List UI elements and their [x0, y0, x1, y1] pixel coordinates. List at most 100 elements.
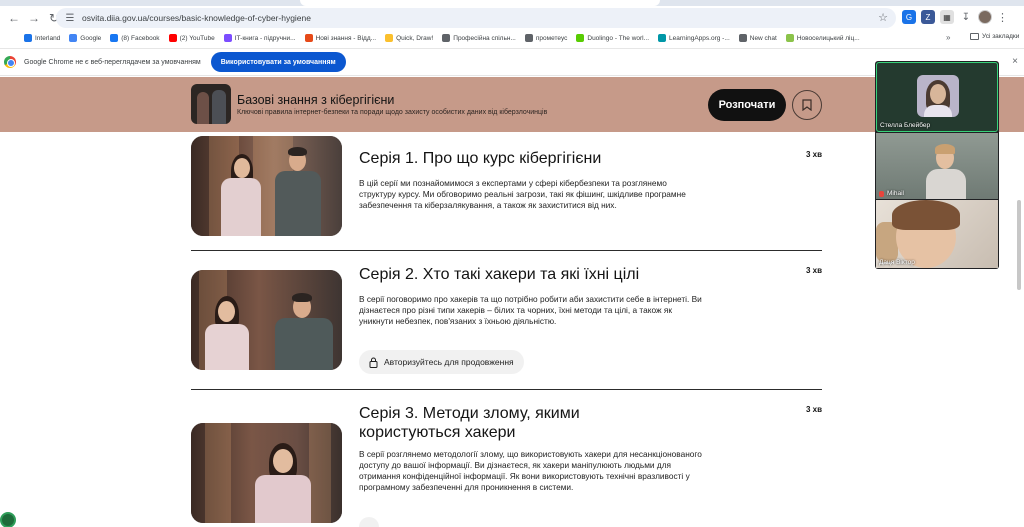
site-info-icon[interactable]: ☰	[64, 12, 76, 24]
bookmark-favicon-icon	[385, 34, 394, 42]
bookmark-item[interactable]: LearningApps.org -...	[658, 34, 730, 42]
lock-icon	[369, 357, 378, 368]
infobar-close-icon[interactable]: ×	[1012, 56, 1018, 67]
course-subtitle: Ключові правила інтернет-безпеки та пора…	[237, 109, 548, 116]
bookmark-label: New chat	[749, 34, 777, 42]
bookmarks-bar: Interland Google (8) Facebook (2) YouTube IT…	[0, 30, 1024, 46]
participant-tile[interactable]: Даця Віктор	[876, 200, 998, 268]
floating-app-icon[interactable]	[0, 512, 16, 527]
bookmark-label: (2) YouTube	[179, 34, 215, 42]
login-to-continue-label: Авторизуйтесь для продовження	[384, 357, 514, 367]
bookmark-favicon-icon	[442, 34, 451, 42]
bookmark-item[interactable]: IT-книга - підручни...	[223, 34, 296, 42]
extension-icon[interactable]: Z	[921, 10, 935, 24]
course-thumbnail	[191, 84, 231, 124]
login-to-continue-button[interactable]: Авторизуйтесь для продовження	[359, 350, 524, 374]
episode-description: В серії поговоримо про хакерів та що пот…	[359, 294, 702, 326]
bookmark-favicon-icon	[524, 34, 533, 42]
bookmark-item[interactable]: (8) Facebook	[110, 34, 160, 42]
set-default-button[interactable]: Використовувати за умовчанням	[210, 52, 346, 72]
participant-tile[interactable]: Стелла Блейбер	[876, 62, 998, 132]
bookmark-favicon-icon	[658, 34, 667, 42]
bookmark-item[interactable]: прометеус	[524, 34, 568, 42]
bookmark-item[interactable]: Новоселицький ліц...	[785, 34, 860, 42]
episode-description: В цій серії ми познайомимося з експертам…	[359, 178, 686, 210]
episode-title[interactable]: Серія 2. Хто такі хакери та які їхні ціл…	[359, 265, 659, 284]
episode-description: В серії розглянемо методології злому, що…	[359, 449, 702, 492]
bookmark-item[interactable]: Duolingo - The worl...	[576, 34, 649, 42]
infobar-message: Google Chrome не є веб-переглядачем за у…	[24, 58, 201, 66]
episode-duration: 3 хв	[805, 266, 822, 275]
video-call-panel[interactable]: Стелла Блейбер Mihail Даця Віктор	[875, 61, 999, 269]
bookmark-favicon-icon	[168, 34, 177, 42]
bookmark-item[interactable]: (2) YouTube	[168, 34, 215, 42]
participant-name: Стелла Блейбер	[880, 122, 931, 129]
puzzle-icon[interactable]: ▦	[940, 10, 954, 24]
bookmark-favicon-icon	[69, 34, 78, 42]
page-scrollbar[interactable]	[1017, 200, 1021, 290]
mic-off-icon	[879, 190, 884, 197]
episode-thumbnail[interactable]	[191, 136, 342, 236]
bookmark-favicon-icon	[304, 34, 313, 42]
bookmark-label: LearningApps.org -...	[669, 34, 730, 42]
participant-name: Mihail	[879, 190, 904, 197]
bookmark-label: Google	[80, 34, 102, 42]
bookmark-item[interactable]: Професійна спільн...	[442, 34, 516, 42]
bookmark-favicon-icon	[785, 34, 794, 42]
episode-title[interactable]: Серія 1. Про що курс кібергігієни	[359, 149, 659, 168]
profile-avatar[interactable]	[978, 10, 992, 24]
back-arrow-icon[interactable]: ←	[4, 8, 24, 28]
bookmark-icon	[802, 99, 812, 111]
start-course-button[interactable]: Розпочати	[708, 89, 786, 121]
episode-duration: 3 хв	[805, 405, 822, 414]
course-title: Базові знання з кібергігієни	[237, 93, 395, 107]
folder-icon	[970, 33, 979, 40]
forward-arrow-icon[interactable]: →	[24, 8, 44, 28]
all-bookmarks[interactable]: Усі закладки	[970, 33, 1019, 40]
episode-card[interactable]: Серія 3. Методи злому, якими користуютьс…	[191, 390, 822, 527]
bookmark-item[interactable]: New chat	[738, 34, 777, 42]
participant-avatar	[917, 75, 959, 117]
bookmark-item[interactable]: Google	[69, 34, 101, 42]
chrome-logo-icon	[4, 56, 16, 68]
course-header: Базові знання з кібергігієни Ключові пра…	[0, 77, 1024, 132]
bookmark-label: Quick, Draw!	[396, 34, 434, 42]
bookmark-star-icon[interactable]: ☆	[878, 11, 888, 24]
episode-card[interactable]: Серія 1. Про що курс кібергігієни 3 хв В…	[191, 136, 822, 252]
bookmark-favicon-icon	[738, 34, 747, 42]
episode-thumbnail[interactable]	[191, 423, 342, 523]
login-to-continue-button-partial[interactable]	[359, 517, 379, 527]
bookmark-label: (8) Facebook	[121, 34, 160, 42]
episode-divider	[191, 250, 822, 251]
participant-name: Даця Віктор	[879, 259, 915, 266]
bookmark-label: Duolingo - The worl...	[587, 34, 650, 42]
bookmarks-overflow-icon[interactable]: »	[946, 33, 950, 42]
episode-card[interactable]: Серія 2. Хто такі хакери та які їхні ціл…	[191, 252, 822, 390]
bookmark-label: Нові знання - Відд...	[315, 34, 377, 42]
browser-window: ← → ↻ ☰ osvita.diia.gov.ua/courses/basic…	[0, 0, 1024, 527]
bookmark-favicon-icon	[223, 34, 232, 42]
bookmark-item[interactable]: Нові знання - Відд...	[304, 34, 377, 42]
bookmark-label: Новоселицький ліц...	[796, 34, 860, 42]
menu-kebab-icon[interactable]: ⋮	[997, 11, 1008, 24]
translate-icon[interactable]: G	[902, 10, 916, 24]
bookmark-favicon-icon	[110, 34, 119, 42]
extension-icons: G Z ▦ ↧ ⋮	[902, 10, 1008, 24]
episode-title[interactable]: Серія 3. Методи злому, якими користуютьс…	[359, 404, 659, 442]
address-bar[interactable]: ☰ osvita.diia.gov.ua/courses/basic-knowl…	[56, 8, 896, 28]
save-course-button[interactable]	[792, 90, 822, 120]
bookmark-label: Професійна спільн...	[453, 34, 516, 42]
all-bookmarks-label: Усі закладки	[982, 33, 1020, 40]
default-browser-infobar: Google Chrome не є веб-переглядачем за у…	[0, 48, 1024, 76]
download-icon[interactable]: ↧	[959, 10, 973, 24]
bookmark-label: IT-книга - підручни...	[234, 34, 296, 42]
episode-thumbnail[interactable]	[191, 270, 342, 370]
bookmark-label: прометеус	[535, 34, 568, 42]
episode-duration: 3 хв	[805, 150, 822, 159]
bookmark-item[interactable]: Quick, Draw!	[385, 34, 433, 42]
bookmark-favicon-icon	[576, 34, 585, 42]
browser-toolbar: ← → ↻ ☰ osvita.diia.gov.ua/courses/basic…	[0, 6, 1024, 30]
participant-tile[interactable]: Mihail	[876, 133, 998, 199]
url-text[interactable]: osvita.diia.gov.ua/courses/basic-knowled…	[82, 13, 311, 23]
bookmark-item[interactable]: Interland	[24, 34, 60, 42]
